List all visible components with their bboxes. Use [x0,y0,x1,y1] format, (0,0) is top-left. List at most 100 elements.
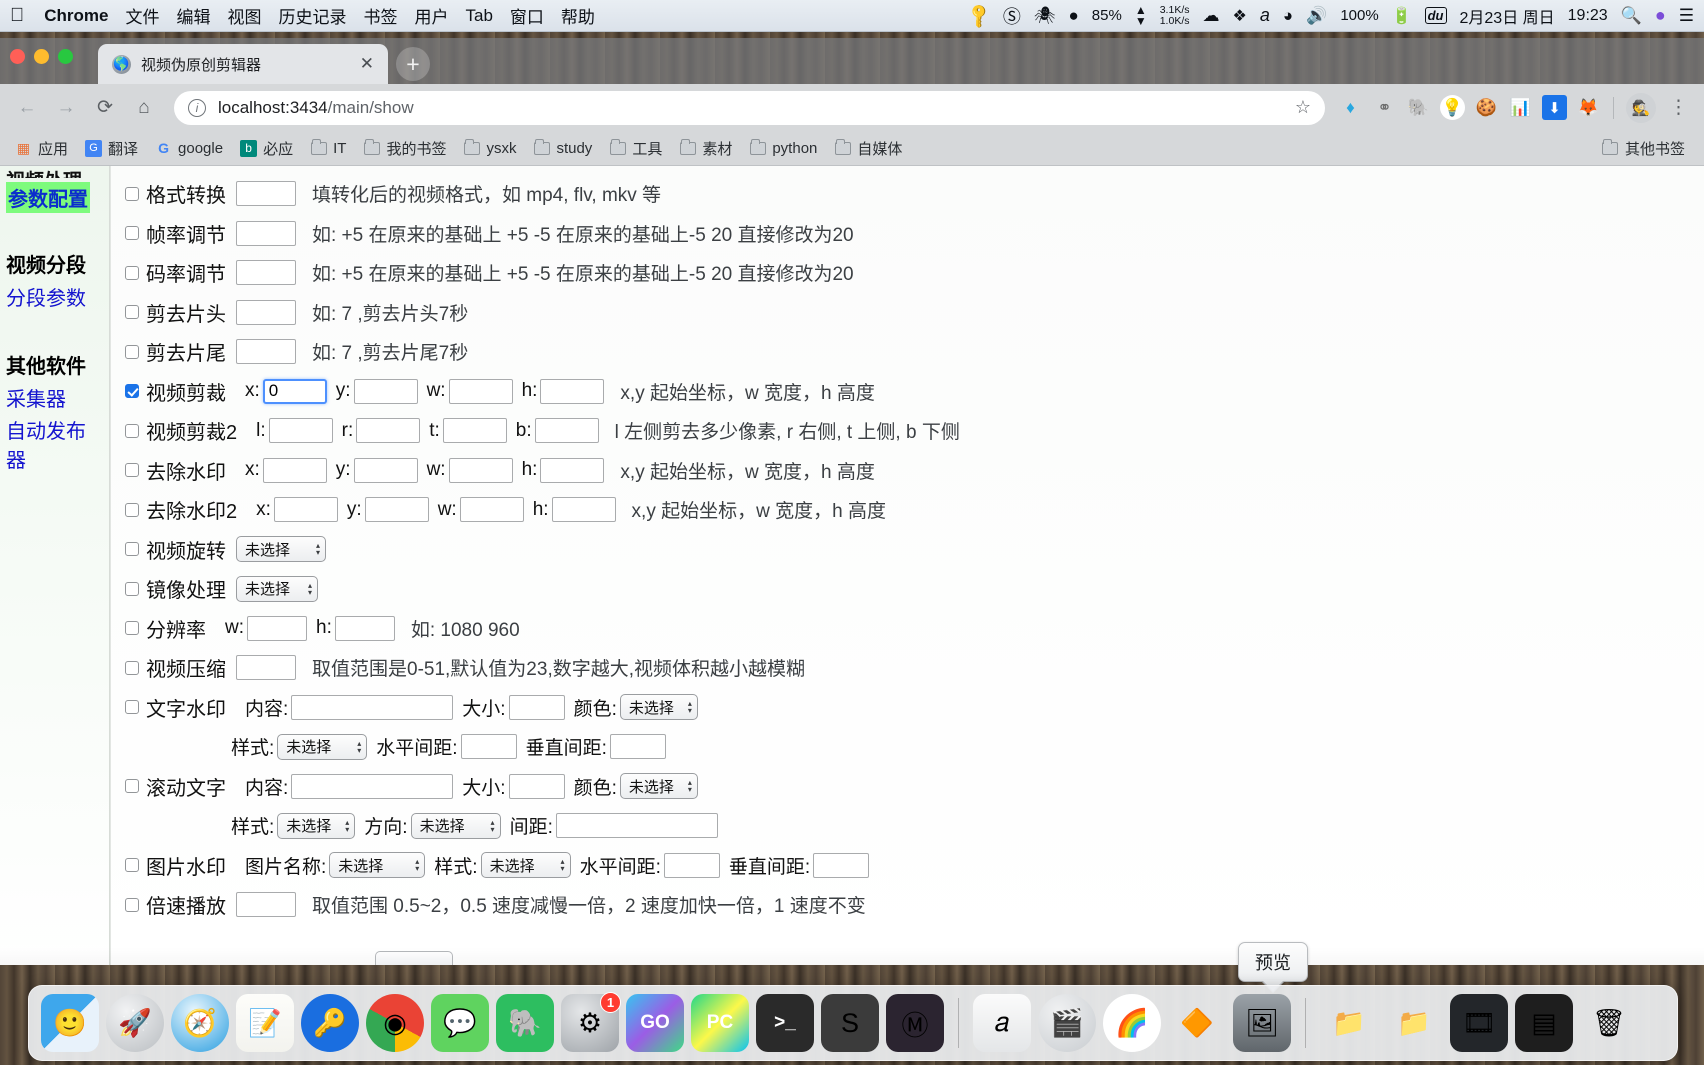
menu-item-window[interactable]: 窗口 [510,3,544,28]
star-icon[interactable]: ☆ [1295,97,1311,118]
text-input[interactable] [551,497,616,523]
adobe-cc-icon[interactable]: Ⓢ [1003,3,1021,29]
menu-item-edit[interactable]: 编辑 [176,3,210,28]
dock-item-system-preferences[interactable]: ⚙ 1 [561,992,621,1052]
sidebar-item-collector[interactable]: 采集器 [6,383,103,412]
dock-item-typora[interactable]: 𝑎 [973,994,1031,1052]
evernote-extension-icon[interactable]: 🐘 [1406,95,1431,120]
close-tab-button[interactable]: ✕ [356,54,378,74]
text-input[interactable] [247,615,307,641]
bookmark-apps[interactable]: ▦ 应用 [8,134,75,163]
dropdown-select[interactable]: 未选择 [480,852,571,879]
dock-item-launchpad[interactable]: 🚀 [106,994,164,1052]
new-tab-button[interactable]: + [396,47,430,81]
row-checkbox[interactable] [125,858,139,873]
window-controls[interactable] [10,49,73,64]
bookmark-google[interactable]: G google [148,136,230,161]
dock-item-notes[interactable]: 📝 [236,994,294,1052]
diamond-extension-icon[interactable]: ♦ [1338,95,1363,120]
bookmark-folder-tools[interactable]: 工具 [602,134,669,163]
text-input[interactable] [540,378,605,404]
dropdown-select[interactable]: 未选择 [277,733,368,760]
text-input[interactable] [442,418,507,444]
menu-item-file[interactable]: 文件 [125,3,159,28]
text-input[interactable] [236,220,296,246]
row-checkbox[interactable] [125,344,139,359]
alfred-icon[interactable]: a [1260,5,1270,26]
row-checkbox[interactable] [125,779,139,794]
dock-item-folder-1[interactable]: 📁 [1320,994,1378,1052]
battery-charging-icon[interactable]: 🔋 [1392,6,1412,26]
menu-item-history[interactable]: 历史记录 [278,3,346,28]
bookmark-folder-my-bookmarks[interactable]: 我的书签 [356,134,453,163]
row-checkbox[interactable] [125,463,139,478]
dropbox-icon[interactable]: ❖ [1233,6,1247,26]
reload-button[interactable]: ⟳ [88,91,122,125]
text-input[interactable] [448,457,513,483]
dock-item-wechat[interactable]: 💬 [431,994,489,1052]
menu-item-view[interactable]: 视图 [227,3,261,28]
text-input[interactable] [356,418,421,444]
profile-avatar[interactable]: 🕵 [1626,92,1656,123]
row-checkbox[interactable] [125,502,139,517]
dock-item-macvim[interactable]: Ⓜ [886,994,944,1052]
dropdown-select[interactable]: 未选择 [236,536,326,563]
bookmark-folder-self-media[interactable]: 自媒体 [827,134,909,163]
dropdown-select[interactable]: 未选择 [619,773,698,800]
text-input[interactable] [291,694,454,720]
dock-item-folder-2[interactable]: 📁 [1385,994,1443,1052]
bookmark-folder-it[interactable]: IT [303,136,353,161]
dropdown-select[interactable]: 未选择 [619,694,698,721]
sidebar-item-param-config[interactable]: 参数配置 [6,182,90,213]
forward-button[interactable]: → [49,91,83,125]
battery-droplet-icon[interactable]: ● [1069,6,1079,26]
wifi-icon[interactable]: ◕ [1283,6,1293,26]
dropdown-select[interactable]: 未选择 [410,812,501,839]
download-extension-icon[interactable]: ⬇ [1542,95,1567,120]
dock-item-safari[interactable]: 🧭 [171,994,229,1052]
text-input[interactable] [460,734,517,760]
dock-item-finder[interactable]: 🙂 [41,994,99,1052]
dock-item-pycharm[interactable]: PC [691,994,749,1052]
text-input[interactable] [353,457,418,483]
text-input[interactable] [273,497,338,523]
text-input[interactable] [508,694,565,720]
dropdown-select[interactable]: 未选择 [277,812,356,839]
row-checkbox[interactable] [125,581,139,596]
text-input[interactable] [262,378,327,404]
apple-menu-icon[interactable]:  [10,6,24,25]
info-icon[interactable]: i [188,98,206,117]
kebab-menu-icon[interactable]: ⋮ [1665,96,1692,119]
volume-icon[interactable]: 🔊 [1306,6,1327,26]
dock-item-vlc[interactable]: 🔶 [1168,994,1226,1052]
text-input[interactable] [236,260,296,286]
bookmark-folder-python[interactable]: python [742,136,824,161]
dock-item-sublime-window[interactable]: ▤ [1515,994,1573,1052]
bookmark-bing[interactable]: b 必应 [233,134,300,163]
dropdown-select[interactable]: 未选择 [329,852,426,879]
row-checkbox[interactable] [125,700,139,715]
siri-icon[interactable]: ● [1655,5,1666,26]
row-checkbox[interactable] [125,265,139,280]
row-checkbox[interactable] [125,660,139,675]
row-checkbox[interactable] [125,542,139,557]
dock-item-sublime-text[interactable]: S [821,994,879,1052]
text-input[interactable] [353,378,418,404]
text-input[interactable] [540,457,605,483]
menu-item-tab[interactable]: Tab [465,6,492,26]
bookmark-folder-study[interactable]: study [526,136,599,161]
dock-item-terminal[interactable]: >_ [756,994,814,1052]
text-input[interactable] [262,457,327,483]
sitemap-extension-icon[interactable]: 📊 [1508,95,1533,120]
text-input[interactable] [555,813,718,839]
text-input[interactable] [268,418,333,444]
text-input[interactable] [236,181,296,207]
back-button[interactable]: ← [10,91,44,125]
key-icon[interactable]: 🔑 [965,1,994,30]
dock-item-chrome[interactable]: ◉ [366,994,424,1052]
bookmark-other[interactable]: 其他书签 [1595,134,1692,163]
text-input[interactable] [236,339,296,365]
menu-item-help[interactable]: 帮助 [561,3,595,28]
row-checkbox[interactable] [125,384,139,399]
bookmark-folder-ysxk[interactable]: ysxk [456,136,523,161]
